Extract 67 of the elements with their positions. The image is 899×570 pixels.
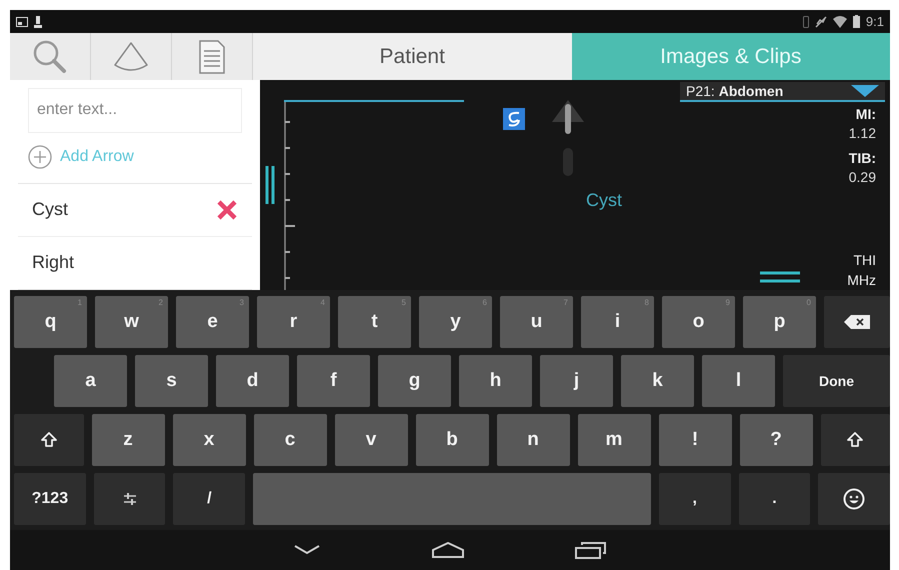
battery-icon bbox=[852, 15, 860, 28]
keyboard-key[interactable]: v bbox=[334, 414, 408, 466]
search-icon bbox=[32, 38, 68, 74]
tab[interactable]: Patient bbox=[253, 33, 572, 80]
readout-value: 1.12 bbox=[848, 125, 876, 141]
keyboard-key[interactable] bbox=[820, 414, 890, 466]
keyboard-key[interactable]: h bbox=[459, 355, 532, 407]
muted-icon bbox=[814, 16, 827, 28]
keyboard-key[interactable]: , bbox=[658, 473, 731, 525]
keyboard-key[interactable] bbox=[824, 296, 890, 348]
keyboard-key[interactable]: g bbox=[378, 355, 451, 407]
plus-circle-icon bbox=[28, 144, 52, 169]
keyboard-key[interactable]: x bbox=[172, 414, 246, 466]
recents-icon bbox=[575, 541, 607, 559]
mode-label: THI bbox=[853, 252, 876, 268]
clock: 9:1 bbox=[866, 14, 884, 29]
keyboard-key[interactable]: d bbox=[216, 355, 289, 407]
recents-button[interactable] bbox=[575, 541, 607, 559]
shift-icon bbox=[846, 431, 864, 449]
back-button[interactable] bbox=[293, 544, 321, 556]
keyboard-key[interactable]: c bbox=[254, 414, 326, 466]
cyst-annotation: Cyst bbox=[586, 190, 622, 211]
keyboard-key[interactable]: / bbox=[173, 473, 246, 525]
keyboard-key[interactable]: j bbox=[540, 355, 613, 407]
delete-button[interactable] bbox=[216, 198, 238, 221]
swirl-logo-icon bbox=[503, 108, 525, 130]
readout-label: MI: bbox=[856, 106, 876, 122]
resize-handle-icon bbox=[760, 270, 800, 284]
annotation-text-field[interactable]: enter text... bbox=[28, 88, 242, 133]
keyboard-key[interactable]: z bbox=[92, 414, 164, 466]
home-icon bbox=[431, 542, 465, 558]
backspace-icon bbox=[844, 315, 870, 329]
emoji-icon bbox=[843, 488, 866, 510]
close-icon bbox=[216, 198, 238, 221]
resize-handle-icon bbox=[264, 166, 276, 204]
sliders-icon bbox=[122, 491, 138, 507]
preset-dropdown[interactable]: P21: Abdomen bbox=[680, 82, 885, 102]
annotation-item[interactable]: Cyst bbox=[18, 184, 252, 237]
keyboard-key[interactable]: Done bbox=[783, 355, 890, 407]
keyboard-key[interactable]: ! bbox=[658, 414, 732, 466]
keyboard-key[interactable]: ? bbox=[740, 414, 812, 466]
readout-value: 0.29 bbox=[848, 169, 876, 185]
keyboard-key[interactable]: f bbox=[297, 355, 370, 407]
keyboard-key[interactable] bbox=[818, 473, 890, 525]
keyboard-key[interactable] bbox=[14, 414, 84, 466]
annotation-label: Right bbox=[32, 252, 74, 274]
keyboard-key[interactable]: m bbox=[578, 414, 650, 466]
screen-icon bbox=[16, 16, 28, 26]
keyboard-key[interactable]: s bbox=[135, 355, 208, 407]
person-icon bbox=[34, 16, 42, 28]
home-button[interactable] bbox=[431, 542, 465, 558]
mode-unit: MHz bbox=[847, 272, 876, 288]
keyboard-key[interactable]: ?123 bbox=[14, 473, 86, 525]
keyboard-key[interactable]: b bbox=[416, 414, 488, 466]
keyboard-key[interactable]: a bbox=[54, 355, 127, 407]
dropdown-caret-icon bbox=[851, 85, 879, 97]
keyboard-key[interactable]: l bbox=[702, 355, 775, 407]
phone-icon bbox=[802, 16, 809, 28]
keyboard-key[interactable]: n bbox=[496, 414, 570, 466]
shift-icon bbox=[40, 431, 58, 449]
keyboard-key[interactable]: . bbox=[738, 473, 810, 525]
readout-label: TIB: bbox=[848, 150, 876, 166]
keyboard-key[interactable]: k bbox=[621, 355, 694, 407]
document-icon bbox=[198, 38, 226, 74]
chevron-down-icon bbox=[293, 544, 321, 556]
wifi-icon bbox=[832, 16, 847, 28]
annotation-label: Cyst bbox=[32, 199, 68, 220]
